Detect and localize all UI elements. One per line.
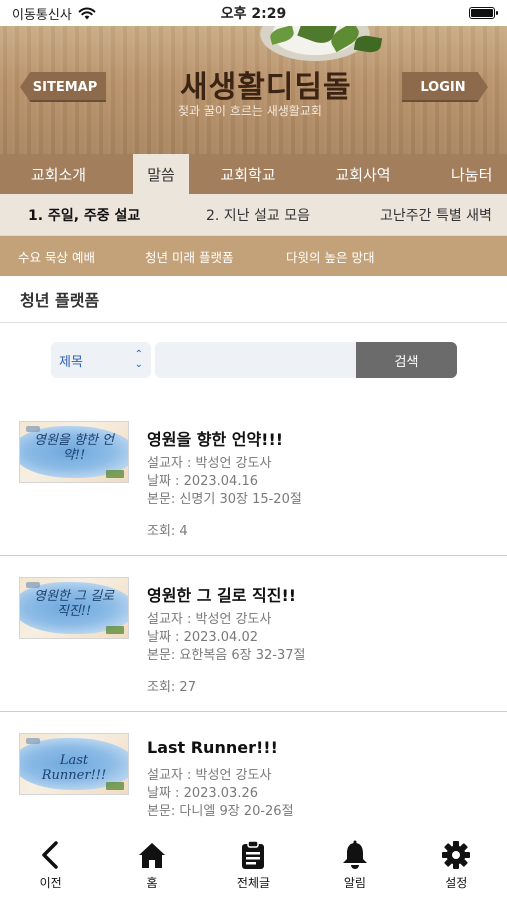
tab-notifications[interactable]: 알림 [315, 840, 395, 891]
main-menu-item-church-intro[interactable]: 교회소개 [0, 154, 117, 194]
sitemap-button[interactable]: SITEMAP [20, 72, 106, 102]
bottom-tab-bar: 이전 홈 전체글 알림 설정 [0, 830, 507, 900]
tab-home[interactable]: 홈 [112, 840, 192, 891]
tab-settings[interactable]: 설정 [416, 840, 496, 891]
logo-subtitle: 젖과 꿀이 흐르는 새생활교회 [178, 104, 322, 118]
post-views: 조회: 27 [147, 680, 196, 695]
post-date: 날짜 : 2023.04.02 [147, 630, 258, 645]
search-bar: 제목 ⌃ ⌄ 검색 [51, 342, 457, 378]
post-scripture: 본문: 신명기 30장 15-20절 [147, 492, 302, 507]
header-banner: SITEMAP 새생활디딤돌 젖과 꿀이 흐르는 새생활교회 LOGIN [0, 26, 507, 154]
thumbnail-text: 영원을 향한 언약!! [33, 433, 115, 463]
logo-title[interactable]: 새생활디딤돌 [180, 62, 352, 106]
wifi-icon [78, 7, 96, 19]
category-menu: 수요 묵상 예배 청년 미래 플랫폼 다윗의 높은 망대 [0, 236, 507, 276]
tab-label: 홈 [146, 876, 158, 890]
thumbnail-text: Last Runner!!! [41, 753, 107, 783]
post-thumbnail[interactable]: Last Runner!!! [19, 733, 129, 795]
list-item[interactable]: 영원한 그 길로 직진!! 영원한 그 길로 직진!! 설교자 : 박성언 강도… [0, 556, 507, 712]
clipboard-icon [242, 840, 265, 869]
thumbnail-text: 영원한 그 길로 직진!! [33, 589, 115, 619]
tab-label: 전체글 [236, 876, 271, 890]
post-views: 조회: 4 [147, 524, 188, 539]
list-item[interactable]: 영원을 향한 언약!! 영원을 향한 언약!!! 설교자 : 박성언 강도사 날… [0, 400, 507, 556]
post-preacher: 설교자 : 박성언 강도사 [147, 768, 272, 783]
main-menu: 교회소개 말씀 교회학교 교회사역 나눔터 [0, 154, 507, 194]
chevron-updown-icon: ⌃ ⌄ [134, 349, 143, 370]
tab-label: 알림 [343, 876, 366, 890]
post-scripture: 본문: 다니엘 9장 20-26절 [147, 804, 294, 819]
page-title: 청년 플랫폼 [0, 276, 507, 323]
post-title[interactable]: 영원을 향한 언약!!! [147, 426, 283, 450]
post-thumbnail[interactable]: 영원을 향한 언약!! [19, 421, 129, 483]
tab-label: 이전 [39, 876, 62, 890]
post-thumbnail[interactable]: 영원한 그 길로 직진!! [19, 577, 129, 639]
post-title[interactable]: 영원한 그 길로 직진!! [147, 582, 296, 606]
search-input[interactable] [155, 342, 356, 378]
chevron-left-icon [41, 841, 58, 869]
main-menu-item-sharing[interactable]: 나눔터 [419, 154, 507, 194]
sub-menu: 1. 주일, 주중 설교 2. 지난 설교 모음 고난주간 특별 새벽 [0, 194, 507, 236]
battery-icon [469, 7, 498, 19]
post-preacher: 설교자 : 박성언 강도사 [147, 612, 272, 627]
search-field-value: 제목 [59, 354, 83, 370]
sub-menu-item-sunday-sermon[interactable]: 1. 주일, 주중 설교 [0, 194, 192, 235]
post-date: 날짜 : 2023.03.26 [147, 786, 258, 801]
category-item-wednesday[interactable]: 수요 묵상 예배 [0, 236, 145, 276]
post-list: 영원을 향한 언약!! 영원을 향한 언약!!! 설교자 : 박성언 강도사 날… [0, 400, 507, 868]
search-button[interactable]: 검색 [356, 342, 457, 378]
gear-icon [442, 841, 471, 869]
carrier-name: 이동통신사 [12, 7, 72, 23]
login-button[interactable]: LOGIN [402, 72, 488, 102]
main-menu-item-sermon[interactable]: 말씀 [133, 154, 189, 194]
post-preacher: 설교자 : 박성언 강도사 [147, 456, 272, 471]
bell-icon [342, 840, 367, 869]
tab-label: 설정 [445, 876, 468, 890]
search-field-select[interactable]: 제목 ⌃ ⌄ [51, 342, 151, 378]
tab-all-posts[interactable]: 전체글 [213, 840, 293, 891]
home-icon [139, 843, 166, 868]
status-left: 이동통신사 [12, 4, 96, 23]
category-item-david-tower[interactable]: 다윗의 높은 망대 [286, 236, 374, 276]
post-title[interactable]: Last Runner!!! [147, 738, 278, 757]
main-menu-item-ministry[interactable]: 교회사역 [307, 154, 419, 194]
main-menu-item-church-school[interactable]: 교회학교 [189, 154, 307, 194]
status-bar: 이동통신사 오후 2:29 [0, 0, 507, 26]
category-item-youth-platform[interactable]: 청년 미래 플랫폼 [145, 236, 286, 276]
tab-back[interactable]: 이전 [11, 840, 91, 891]
sub-menu-item-passion-week[interactable]: 고난주간 특별 새벽 [366, 194, 492, 235]
post-date: 날짜 : 2023.04.16 [147, 474, 258, 489]
sub-menu-item-past-sermons[interactable]: 2. 지난 설교 모음 [192, 194, 366, 235]
post-scripture: 본문: 요한복음 6장 32-37절 [147, 648, 306, 663]
